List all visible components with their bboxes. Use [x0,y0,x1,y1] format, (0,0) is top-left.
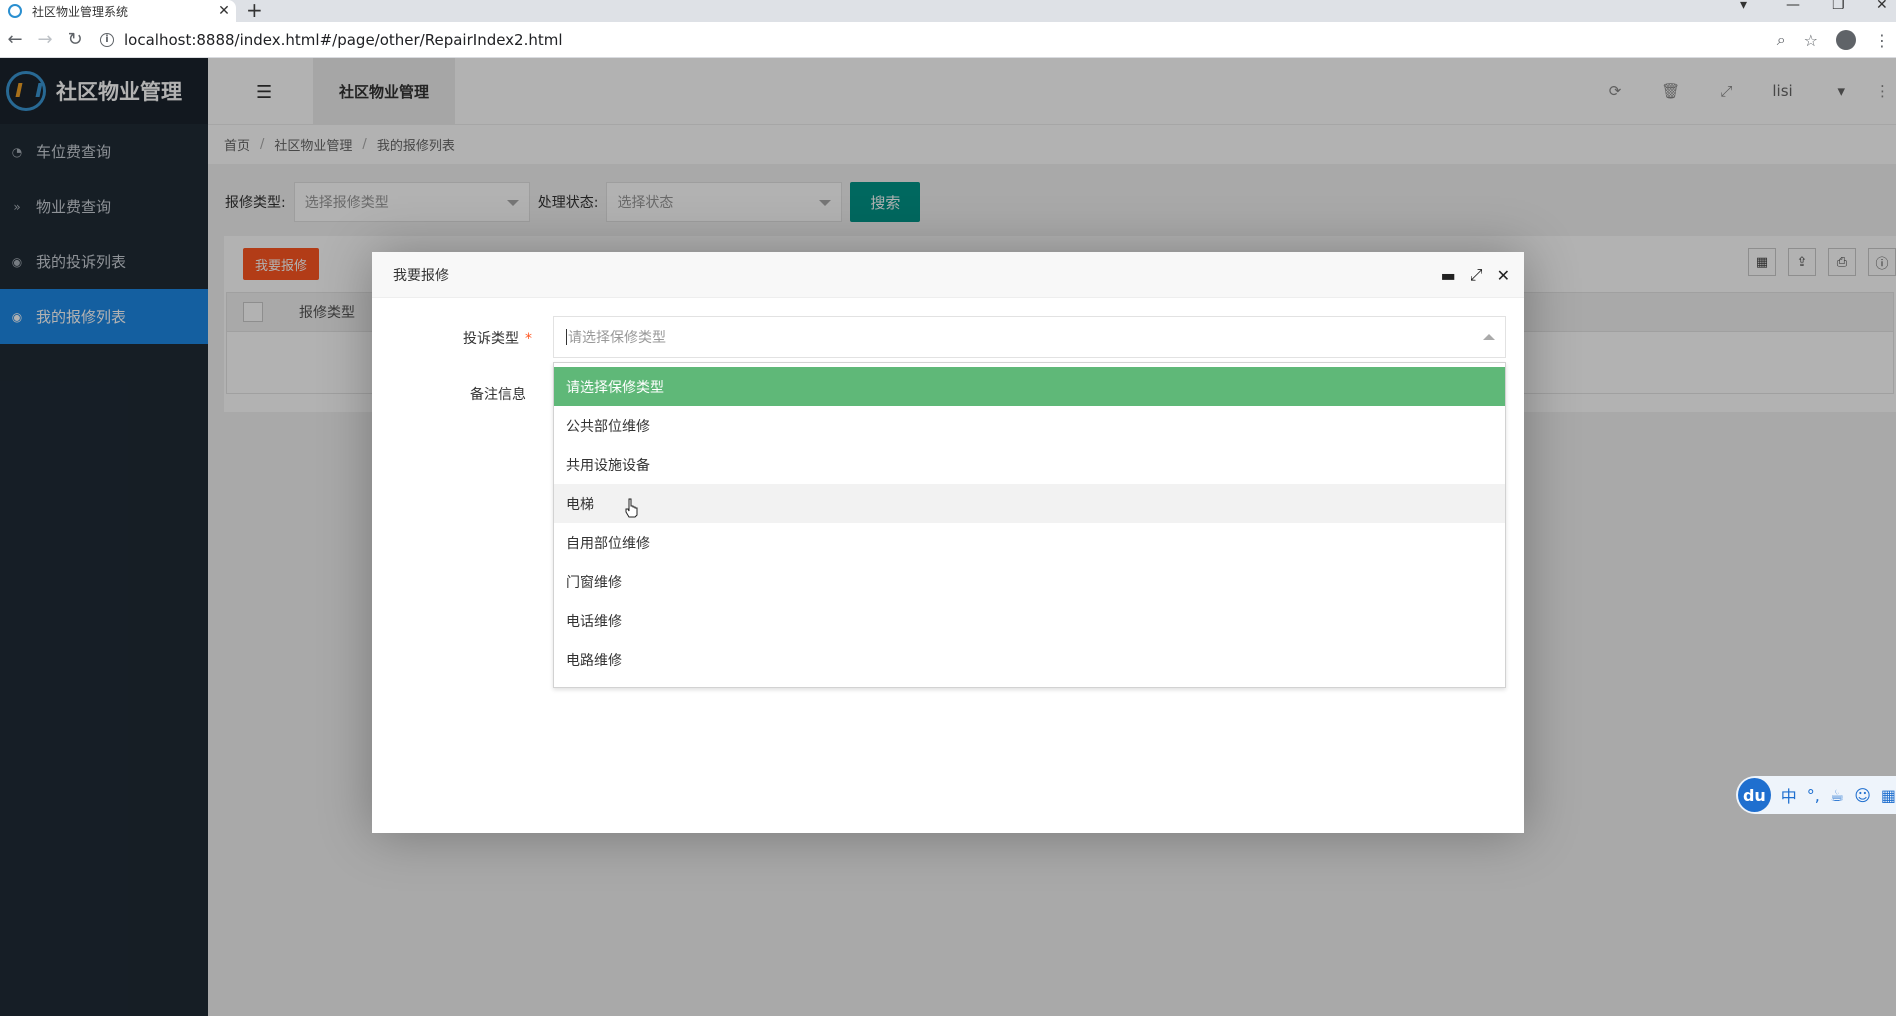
address-bar-actions: ⌕ ☆ ⋮ [1777,22,1896,58]
dropdown-option[interactable]: 电路维修 [554,640,1505,679]
close-icon[interactable]: ✕ [1497,266,1510,285]
repair-dialog: 我要报修 ▬ ⤢ ✕ 投诉类型 * 请选择保修类型 备注信息 请选择保修类型 公共… [372,252,1524,833]
dropdown-option[interactable]: 请选择保修类型 [554,367,1505,406]
minimize-icon[interactable]: ▬ [1441,266,1456,285]
ime-toolbar: du 中 °, ☕ ☺ ▦ [1736,776,1896,814]
profile-menu-icon[interactable]: ▾ [1740,0,1747,13]
browser-tab[interactable]: 社区物业管理系统 ✕ [0,0,236,22]
dropdown-option[interactable]: 门窗维修 [554,562,1505,601]
site-favicon-icon [8,4,22,18]
complaint-type-placeholder: 请选择保修类型 [568,330,666,346]
maximize-icon[interactable]: ⤢ [1470,265,1483,285]
complaint-type-select[interactable]: 请选择保修类型 [553,316,1506,358]
ime-user-icon[interactable]: ☺ [1854,786,1871,805]
dropdown-option[interactable]: 公共部位维修 [554,406,1505,445]
close-window-icon[interactable]: ✕ [1876,0,1888,13]
ime-grid-icon[interactable]: ▦ [1881,786,1896,805]
tab-title: 社区物业管理系统 [32,4,129,19]
url-text: localhost:8888/index.html#/page/other/Re… [124,30,563,49]
site-info-icon[interactable]: i [100,32,114,47]
minimize-window-icon[interactable]: — [1786,0,1800,13]
dropdown-option[interactable]: 共用设施设备 [554,445,1505,484]
complaint-type-dropdown: 请选择保修类型 公共部位维修 共用设施设备 电梯 自用部位维修 门窗维修 电话维… [553,362,1506,688]
ime-language[interactable]: 中 [1781,783,1797,807]
browser-tabbar: 社区物业管理系统 ✕ + ▾ — ❐ ✕ [0,0,1896,22]
new-tab-button[interactable]: + [246,0,263,22]
dropdown-option[interactable]: 电梯 [554,484,1505,523]
required-mark: * [525,331,532,347]
browser-menu-icon[interactable]: ⋮ [1874,31,1890,50]
dropdown-option[interactable]: 电话维修 [554,601,1505,640]
text-cursor [566,329,567,345]
reload-icon[interactable]: ↻ [60,29,90,50]
restore-window-icon[interactable]: ❐ [1832,0,1845,13]
dialog-title-text: 我要报修 [393,267,449,284]
profile-avatar-icon[interactable] [1836,30,1856,50]
bookmark-star-icon[interactable]: ☆ [1804,31,1818,50]
hand-pointer-icon [625,498,638,518]
dropdown-option[interactable]: 自用部位维修 [554,523,1505,562]
chevron-up-icon [1483,334,1495,340]
close-tab-icon[interactable]: ✕ [212,3,236,19]
complaint-type-label-text: 投诉类型 [463,331,519,347]
url-field[interactable]: i localhost:8888/index.html#/page/other/… [100,31,563,49]
complaint-type-label: 投诉类型 * [412,328,532,348]
back-arrow-icon[interactable]: ← [0,29,30,50]
ime-cup-icon[interactable]: ☕ [1830,786,1844,805]
ime-punctuation[interactable]: °, [1807,786,1820,805]
remark-label: 备注信息 [470,387,526,403]
zoom-icon[interactable]: ⌕ [1777,30,1786,50]
dialog-title: 我要报修 [372,252,1524,298]
address-bar: ← → ↻ i localhost:8888/index.html#/page/… [0,22,1896,58]
ime-logo[interactable]: du [1738,778,1771,812]
dialog-controls: ▬ ⤢ ✕ [1441,252,1524,298]
forward-arrow-icon[interactable]: → [30,29,60,50]
